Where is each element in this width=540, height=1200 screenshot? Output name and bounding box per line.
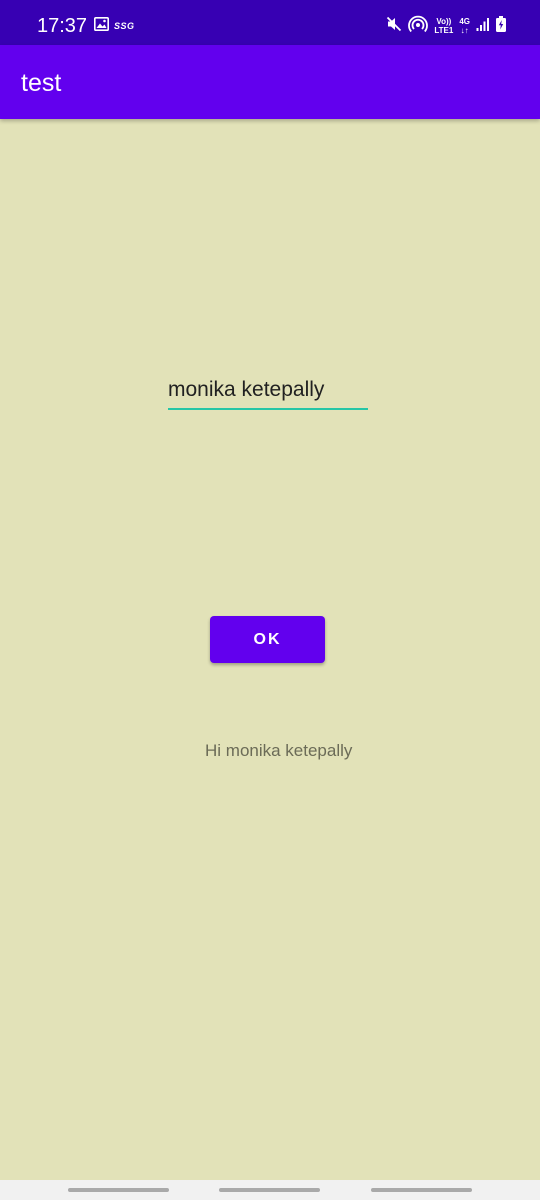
volte-line1: Vo)): [436, 17, 452, 26]
status-left-icons: SSG: [94, 16, 135, 36]
greeting-text: Hi monika ketepally: [205, 741, 353, 760]
name-input[interactable]: [168, 374, 368, 406]
nav-recents-button[interactable]: [68, 1188, 169, 1192]
battery-charging-icon: [496, 15, 506, 37]
ok-button[interactable]: OK: [210, 616, 325, 663]
app-bar: test: [0, 45, 540, 119]
nav-back-button[interactable]: [371, 1188, 472, 1192]
hotspot-icon: [408, 15, 429, 38]
status-time: 17:37: [37, 15, 88, 37]
status-bar: 17:37 SSG Vo)) LTE1 4G ↓↑: [0, 0, 540, 45]
app-title: test: [21, 69, 62, 97]
volte-line2: LTE1: [434, 26, 454, 35]
volte-indicator: Vo)) LTE1: [434, 17, 453, 35]
carrier-tag: SSG: [114, 21, 135, 31]
name-field[interactable]: [168, 374, 368, 410]
status-right-icons: Vo)) LTE1 4G ↓↑: [386, 14, 506, 38]
network-type: 4G: [459, 17, 470, 26]
navigation-bar: [0, 1180, 540, 1200]
network-indicator: 4G ↓↑: [459, 17, 470, 35]
gallery-icon: [94, 16, 109, 36]
signal-icon: [476, 17, 490, 36]
data-arrows-icon: ↓↑: [460, 26, 469, 35]
nav-home-button[interactable]: [219, 1188, 320, 1192]
mute-icon: [386, 16, 402, 37]
